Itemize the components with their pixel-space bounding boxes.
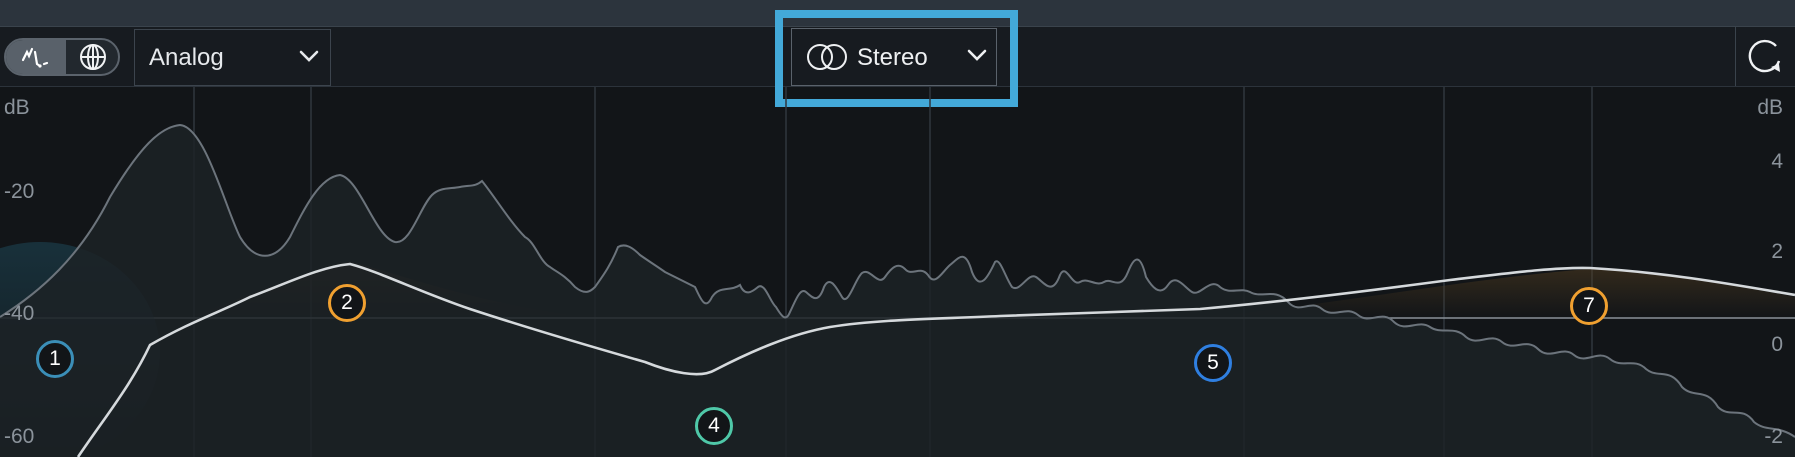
stereo-rings-icon xyxy=(807,44,847,70)
eq-window: Analog Stereo dB -20 -40 -60 dB 4 2 0 -2… xyxy=(0,0,1795,457)
chevron-down-icon xyxy=(967,49,987,61)
reset-button[interactable] xyxy=(1735,27,1795,86)
chevron-down-icon xyxy=(299,50,319,62)
global-view-icon xyxy=(80,44,106,70)
curve-view-button[interactable] xyxy=(6,40,66,74)
left-axis-tick: -20 xyxy=(4,180,35,203)
curve-view-icon xyxy=(21,47,49,68)
right-axis-tick: 0 xyxy=(1771,333,1783,356)
eq-node-5[interactable]: 5 xyxy=(1194,344,1232,382)
channel-select[interactable]: Stereo xyxy=(791,28,997,86)
right-axis-tick: 4 xyxy=(1771,150,1783,173)
right-axis-unit: dB xyxy=(1757,96,1783,119)
view-toggle[interactable] xyxy=(4,38,120,76)
eq-node-2[interactable]: 2 xyxy=(328,284,366,322)
refresh-icon xyxy=(1748,39,1781,72)
eq-graph[interactable] xyxy=(0,87,1795,457)
mode-select-value: Analog xyxy=(149,43,224,71)
eq-node-4[interactable]: 4 xyxy=(695,407,733,445)
channel-select-value: Stereo xyxy=(857,44,928,71)
mode-select[interactable]: Analog xyxy=(134,29,331,86)
left-axis-tick: -40 xyxy=(4,302,35,325)
eq-node-7[interactable]: 7 xyxy=(1570,287,1608,325)
left-axis-unit: dB xyxy=(4,96,30,119)
right-axis-tick: 2 xyxy=(1771,240,1783,263)
global-view-button[interactable] xyxy=(68,40,118,74)
eq-node-1[interactable]: 1 xyxy=(36,340,74,378)
right-axis-tick: -2 xyxy=(1764,425,1783,448)
left-axis-tick: -60 xyxy=(4,425,35,448)
